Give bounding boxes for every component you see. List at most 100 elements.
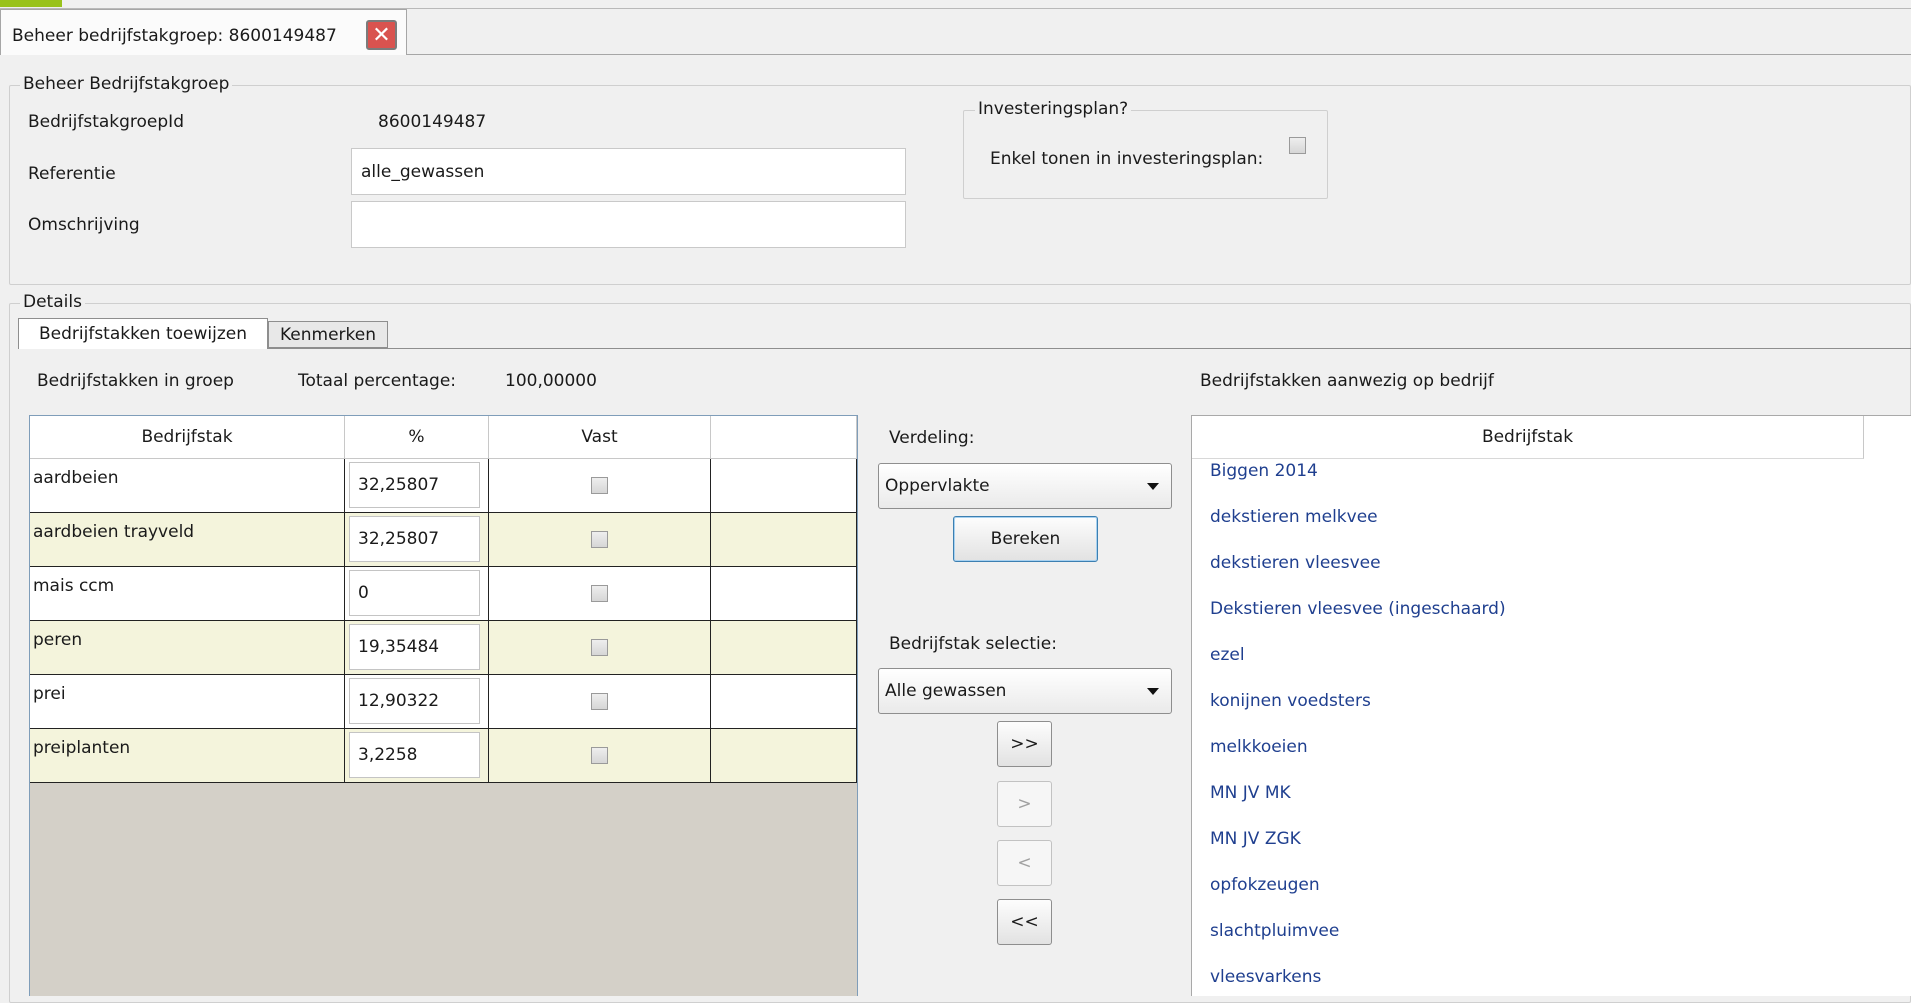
bereken-label: Bereken bbox=[990, 529, 1061, 549]
subtab-panel-line bbox=[18, 348, 1911, 349]
selectie-select[interactable]: Alle gewassen bbox=[878, 668, 1172, 714]
available-col-header[interactable]: Bedrijfstak bbox=[1192, 416, 1864, 459]
list-item[interactable]: melkkoeien bbox=[1210, 737, 1308, 757]
cell-bedrijfstak: aardbeien trayveld bbox=[30, 513, 345, 566]
pct-input[interactable]: 0 bbox=[349, 570, 480, 616]
tab-bedrijfstakken-toewijzen[interactable]: Bedrijfstakken toewijzen bbox=[18, 318, 268, 349]
vast-checkbox[interactable] bbox=[591, 531, 608, 548]
add-one-label: > bbox=[1017, 794, 1032, 814]
list-item[interactable]: dekstieren melkvee bbox=[1210, 507, 1378, 527]
omschrijving-input[interactable] bbox=[351, 201, 906, 248]
add-one-button[interactable]: > bbox=[997, 781, 1052, 827]
remove-one-button[interactable]: < bbox=[997, 840, 1052, 886]
cell-bedrijfstak: peren bbox=[30, 621, 345, 674]
col-header-label: Vast bbox=[581, 427, 618, 447]
table-row[interactable]: prei 12,90322 bbox=[30, 675, 857, 729]
remove-all-label: << bbox=[1010, 912, 1039, 932]
only-show-label: Enkel tonen in investeringsplan: bbox=[990, 149, 1264, 169]
list-item[interactable]: Biggen 2014 bbox=[1210, 461, 1318, 481]
pct-input[interactable]: 12,90322 bbox=[349, 678, 480, 724]
cell-extra bbox=[711, 675, 857, 728]
cell-pct: 12,90322 bbox=[345, 675, 489, 728]
table-row[interactable]: peren 19,35484 bbox=[30, 621, 857, 675]
referentie-input[interactable]: alle_gewassen bbox=[351, 148, 906, 195]
chevron-down-icon bbox=[1147, 483, 1159, 490]
cell-vast bbox=[489, 621, 711, 674]
cell-extra bbox=[711, 567, 857, 620]
cell-bedrijfstak: mais ccm bbox=[30, 567, 345, 620]
list-item[interactable]: slachtpluimvee bbox=[1210, 921, 1339, 941]
cell-extra bbox=[711, 459, 857, 512]
total-label: Totaal percentage: bbox=[298, 371, 457, 391]
vast-checkbox[interactable] bbox=[591, 585, 608, 602]
pct-input[interactable]: 32,25807 bbox=[349, 462, 480, 508]
tab-kenmerken[interactable]: Kenmerken bbox=[268, 321, 388, 348]
cell-vast bbox=[489, 675, 711, 728]
col-header-label: Bedrijfstak bbox=[1481, 427, 1574, 447]
vast-checkbox[interactable] bbox=[591, 477, 608, 494]
verdeling-value: Oppervlakte bbox=[885, 476, 990, 496]
table-row[interactable]: aardbeien 32,25807 bbox=[30, 459, 857, 513]
table-row[interactable]: aardbeien trayveld 32,25807 bbox=[30, 513, 857, 567]
group-grid: Bedrijfstak % Vast aardbeien 32,25807 aa… bbox=[29, 415, 858, 996]
referentie-value: alle_gewassen bbox=[361, 161, 485, 182]
omschrijving-label: Omschrijving bbox=[28, 215, 140, 235]
selectie-label: Bedrijfstak selectie: bbox=[889, 634, 1057, 654]
vast-checkbox[interactable] bbox=[591, 747, 608, 764]
add-all-button[interactable]: >> bbox=[997, 721, 1052, 767]
cell-vast bbox=[489, 567, 711, 620]
vast-checkbox[interactable] bbox=[591, 693, 608, 710]
cell-pct: 3,2258 bbox=[345, 729, 489, 782]
col-header-bedrijfstak[interactable]: Bedrijfstak bbox=[30, 416, 345, 459]
list-item[interactable]: MN JV ZGK bbox=[1210, 829, 1301, 849]
group-fieldset bbox=[9, 85, 1911, 285]
add-all-label: >> bbox=[1010, 734, 1039, 754]
close-icon: ✕ bbox=[372, 22, 391, 48]
tab-label: Kenmerken bbox=[279, 324, 376, 345]
document-tab-title: Beheer bedrijfstakgroep: 8600149487 bbox=[12, 26, 337, 46]
table-row[interactable]: preiplanten 3,2258 bbox=[30, 729, 857, 783]
list-item[interactable]: ezel bbox=[1210, 645, 1245, 665]
pct-input[interactable]: 3,2258 bbox=[349, 732, 480, 778]
cell-pct: 19,35484 bbox=[345, 621, 489, 674]
list-item[interactable]: konijnen voedsters bbox=[1210, 691, 1371, 711]
list-item[interactable]: dekstieren vleesvee bbox=[1210, 553, 1381, 573]
pct-input[interactable]: 19,35484 bbox=[349, 624, 480, 670]
selectie-value: Alle gewassen bbox=[885, 681, 1007, 701]
cell-pct: 0 bbox=[345, 567, 489, 620]
close-tab-button[interactable]: ✕ bbox=[366, 20, 397, 50]
remove-one-label: < bbox=[1017, 853, 1032, 873]
list-item[interactable]: Dekstieren vleesvee (ingeschaard) bbox=[1210, 599, 1506, 619]
verdeling-label: Verdeling: bbox=[889, 428, 975, 448]
col-header-pct[interactable]: % bbox=[345, 416, 489, 459]
remove-all-button[interactable]: << bbox=[997, 899, 1052, 945]
cell-vast bbox=[489, 513, 711, 566]
col-header-vast[interactable]: Vast bbox=[489, 416, 711, 459]
cell-bedrijfstak: prei bbox=[30, 675, 345, 728]
details-legend: Details bbox=[20, 292, 85, 312]
cell-bedrijfstak: aardbeien bbox=[30, 459, 345, 512]
cell-bedrijfstak: preiplanten bbox=[30, 729, 345, 782]
verdeling-select[interactable]: Oppervlakte bbox=[878, 463, 1172, 509]
chevron-down-icon bbox=[1147, 688, 1159, 695]
cell-vast bbox=[489, 729, 711, 782]
table-row[interactable]: mais ccm 0 bbox=[30, 567, 857, 621]
in-group-label: Bedrijfstakken in groep bbox=[37, 371, 234, 391]
group-id-value: 8600149487 bbox=[378, 112, 487, 132]
list-item[interactable]: opfokzeugen bbox=[1210, 875, 1320, 895]
cell-pct: 32,25807 bbox=[345, 513, 489, 566]
list-item[interactable]: vleesvarkens bbox=[1210, 967, 1321, 987]
pct-input[interactable]: 32,25807 bbox=[349, 516, 480, 562]
investment-legend: Investeringsplan? bbox=[975, 99, 1132, 119]
total-value: 100,00000 bbox=[505, 371, 597, 391]
list-item[interactable]: MN JV MK bbox=[1210, 783, 1291, 803]
tab-strip-line bbox=[407, 54, 1911, 55]
bereken-button[interactable]: Bereken bbox=[953, 516, 1098, 562]
cell-pct: 32,25807 bbox=[345, 459, 489, 512]
only-show-checkbox[interactable] bbox=[1289, 137, 1306, 154]
available-title: Bedrijfstakken aanwezig op bedrijf bbox=[1200, 371, 1494, 391]
cell-extra bbox=[711, 621, 857, 674]
brand-accent bbox=[0, 0, 62, 7]
referentie-label: Referentie bbox=[28, 164, 116, 184]
vast-checkbox[interactable] bbox=[591, 639, 608, 656]
